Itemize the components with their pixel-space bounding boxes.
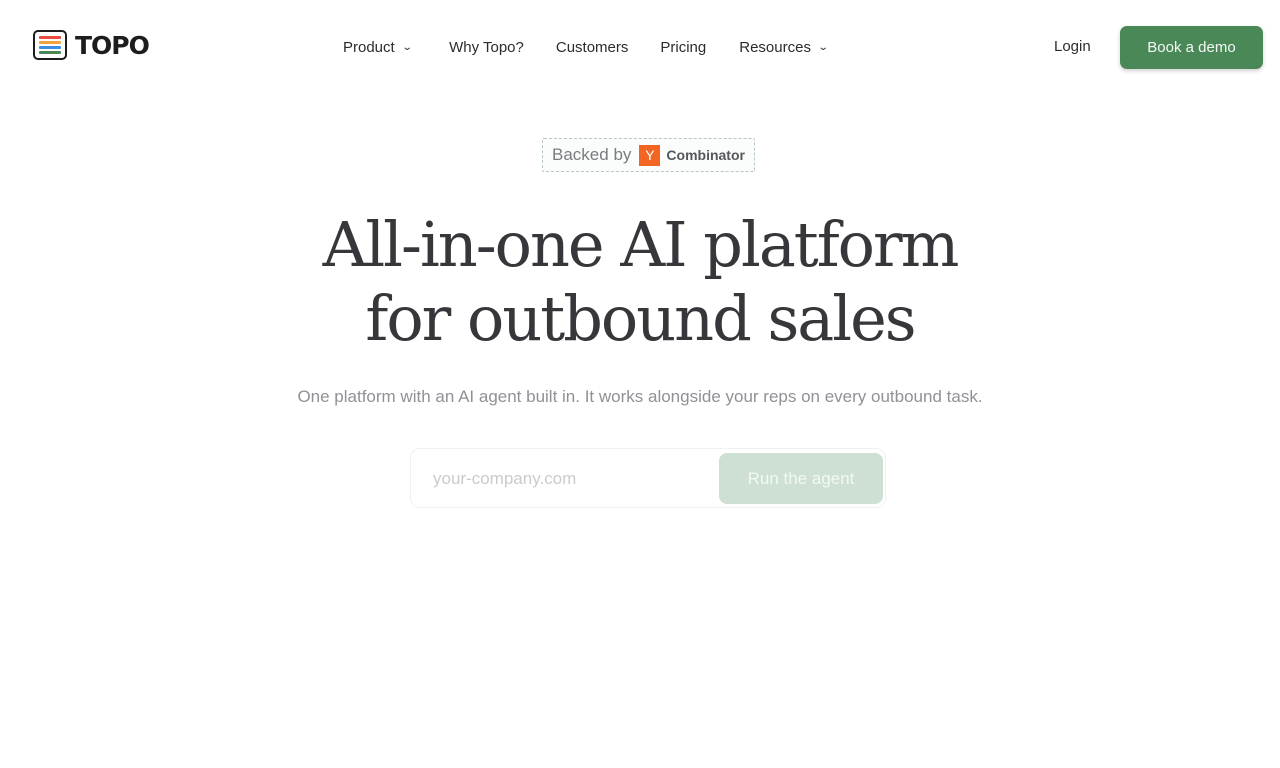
hero-headline: All-in-one AI platform for outbound sale… (0, 208, 1280, 356)
company-domain-input[interactable] (423, 457, 713, 501)
hero-headline-line-1: All-in-one AI platform (322, 208, 960, 281)
run-agent-button[interactable]: Run the agent (719, 453, 883, 504)
chevron-down-icon: ⌄ (817, 41, 829, 53)
page: TOPO Product ⌄ Why Topo? Customers Prici… (0, 0, 1280, 768)
book-demo-button[interactable]: Book a demo (1120, 26, 1263, 69)
y-combinator-icon: Y (639, 144, 661, 166)
nav-item-label: Why Topo? (449, 38, 524, 56)
hero-headline-line-2: for outbound sales (365, 282, 916, 355)
agent-form: Run the agent (410, 448, 886, 508)
nav-item-label: Customers (555, 38, 629, 56)
y-combinator-wordmark: Combinator (666, 147, 745, 163)
badge-prefix: Backed by (552, 145, 632, 164)
nav-item-resources[interactable]: Resources ⌄ (739, 38, 829, 56)
hero-subheadline: One platform with an AI agent built in. … (297, 387, 983, 406)
chevron-down-icon: ⌄ (401, 41, 413, 53)
main-nav: Product ⌄ Why Topo? Customers Pricing Re… (343, 38, 829, 56)
login-link[interactable]: Login (1054, 38, 1091, 55)
nav-item-pricing[interactable]: Pricing (660, 39, 706, 56)
site-header: TOPO Product ⌄ Why Topo? Customers Prici… (0, 0, 1280, 94)
nav-item-label: Resources (739, 38, 811, 56)
nav-item-label: Pricing (660, 38, 707, 56)
topo-logo-icon (33, 30, 67, 60)
nav-item-product[interactable]: Product ⌄ (343, 38, 413, 56)
yc-backed-badge: Backed by Y Combinator (542, 138, 755, 172)
nav-item-customers[interactable]: Customers (556, 39, 629, 56)
nav-item-label: Product (343, 38, 395, 56)
logo[interactable]: TOPO (33, 30, 150, 60)
logo-wordmark: TOPO (75, 30, 150, 60)
nav-item-why-topo[interactable]: Why Topo? (449, 39, 524, 56)
